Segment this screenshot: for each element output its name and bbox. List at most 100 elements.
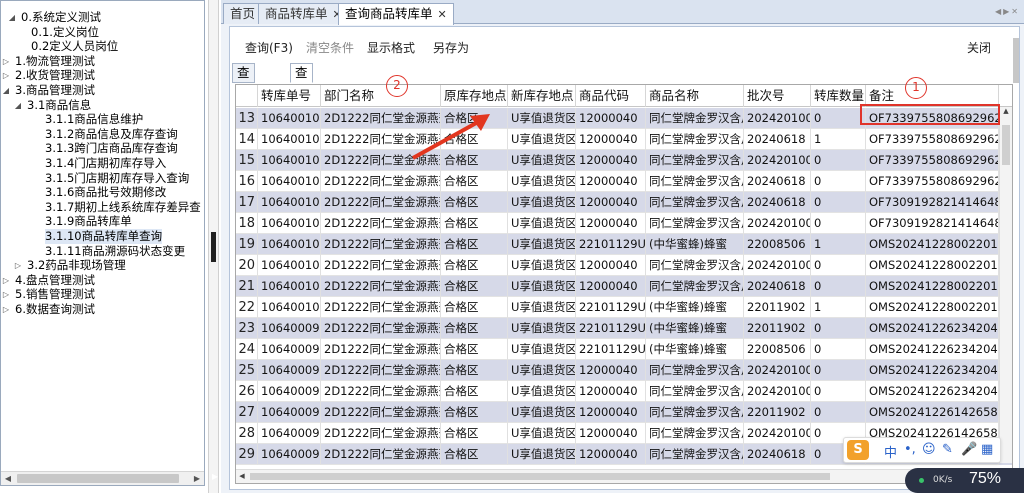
sogou-logo-icon[interactable]: S — [847, 440, 869, 460]
table-cell[interactable]: 106400100 — [258, 234, 321, 255]
table-cell[interactable]: 12000040 — [576, 276, 646, 297]
scroll-thumb[interactable] — [1013, 38, 1019, 83]
punctuation-icon[interactable]: •, — [904, 442, 916, 457]
table-cell[interactable]: 12000040 — [576, 150, 646, 171]
table-cell[interactable]: 106400100 — [258, 297, 321, 318]
table-cell[interactable]: 合格区 — [441, 129, 508, 150]
table-cell[interactable]: 12000040 — [576, 171, 646, 192]
table-cell[interactable]: 22101129U — [576, 234, 646, 255]
table-cell[interactable]: 2D1222同仁堂金源燕莎 — [321, 108, 441, 129]
column-header[interactable]: 部门名称 — [321, 85, 441, 107]
table-cell[interactable]: 合格区 — [441, 318, 508, 339]
table-cell[interactable]: 106400101 — [258, 213, 321, 234]
table-cell[interactable]: 2D1222同仁堂金源燕莎 — [321, 150, 441, 171]
table-cell[interactable]: U享值退货区 — [508, 129, 576, 150]
scroll-thumb[interactable] — [1002, 125, 1010, 165]
table-cell[interactable]: 22008506 — [744, 339, 811, 360]
table-cell[interactable]: 2D1222同仁堂金源燕莎 — [321, 318, 441, 339]
table-cell[interactable]: 12000040 — [576, 129, 646, 150]
table-cell[interactable]: 0 — [811, 360, 866, 381]
table-cell[interactable]: OF733975580869296250 — [866, 129, 999, 150]
table-cell[interactable]: 同仁堂牌金罗汉含片 — [646, 108, 744, 129]
table-row[interactable]: 15 106400104 2D1222同仁堂金源燕莎 合格区 U享值退货区 1200004… — [236, 150, 1012, 171]
table-cell[interactable]: 同仁堂牌金罗汉含片 — [646, 192, 744, 213]
table-cell[interactable]: U享值退货区 — [508, 171, 576, 192]
table-cell[interactable]: U享值退货区 — [508, 360, 576, 381]
column-header[interactable]: 商品代码 — [576, 85, 646, 107]
table-cell[interactable]: 12000040 — [576, 381, 646, 402]
collapse-icon[interactable]: ◢ — [7, 10, 17, 25]
table-cell[interactable]: 20240618 — [744, 192, 811, 213]
table-cell[interactable]: 106400095 — [258, 381, 321, 402]
table-cell[interactable]: 12000040 — [576, 255, 646, 276]
table-cell[interactable]: U享值退货区 — [508, 339, 576, 360]
table-cell[interactable]: 0 — [811, 171, 866, 192]
close-button[interactable]: 关闭 — [967, 39, 991, 56]
table-cell[interactable]: 2D1222同仁堂金源燕莎 — [321, 339, 441, 360]
table-cell[interactable]: 106400100 — [258, 276, 321, 297]
table-cell[interactable]: (中华蜜蜂)蜂蜜 — [646, 318, 744, 339]
table-row[interactable]: 26 106400095 2D1222同仁堂金源燕莎 合格区 U享值退货区 1200004… — [236, 381, 1012, 402]
expand-icon[interactable]: ▷ — [1, 68, 11, 83]
microphone-icon[interactable]: 🎤 — [961, 442, 977, 457]
table-cell[interactable]: 2024201005 — [744, 423, 811, 444]
tab-query-results[interactable]: 查询结果 — [290, 63, 313, 134]
table-cell[interactable]: 2D1222同仁堂金源燕莎 — [321, 213, 441, 234]
handwriting-icon[interactable]: ✎ — [942, 442, 953, 457]
scroll-left-icon[interactable]: ◀ — [1, 472, 15, 485]
table-cell[interactable]: 1 — [811, 297, 866, 318]
table-cell[interactable]: 106400095 — [258, 339, 321, 360]
table-cell[interactable]: U享值退货区 — [508, 150, 576, 171]
table-cell[interactable]: U享值退货区 — [508, 234, 576, 255]
table-cell[interactable]: 合格区 — [441, 192, 508, 213]
table-cell[interactable]: OMS20241228002201243 — [866, 255, 999, 276]
column-header[interactable]: 商品名称 — [646, 85, 744, 107]
table-cell[interactable]: 2D1222同仁堂金源燕莎 — [321, 171, 441, 192]
table-cell[interactable]: 22101129U — [576, 297, 646, 318]
ime-language-toggle[interactable]: 中 — [884, 442, 897, 461]
table-cell[interactable]: 同仁堂牌金罗汉含片 — [646, 255, 744, 276]
table-cell[interactable]: 12000040 — [576, 192, 646, 213]
table-cell[interactable]: 合格区 — [441, 108, 508, 129]
table-cell[interactable]: OMS20241228002201243 — [866, 297, 999, 318]
table-cell[interactable]: 同仁堂牌金罗汉含片 — [646, 129, 744, 150]
table-row[interactable]: 16 106400104 2D1222同仁堂金源燕莎 合格区 U享值退货区 1200004… — [236, 171, 1012, 192]
table-cell[interactable]: 2D1222同仁堂金源燕莎 — [321, 381, 441, 402]
table-cell[interactable]: 合格区 — [441, 360, 508, 381]
table-cell[interactable]: 12000040 — [576, 444, 646, 465]
table-cell[interactable]: 0 — [811, 339, 866, 360]
table-row[interactable]: 24 106400095 2D1222同仁堂金源燕莎 合格区 U享值退货区 2210112… — [236, 339, 1012, 360]
table-cell[interactable]: OMS20241226142658897 — [866, 402, 999, 423]
table-cell[interactable]: U享值退货区 — [508, 213, 576, 234]
display-format-button[interactable]: 显示格式 — [367, 39, 415, 56]
expand-icon[interactable]: ▷ — [1, 302, 11, 317]
table-row[interactable]: 20 106400100 2D1222同仁堂金源燕莎 合格区 U享值退货区 1200004… — [236, 255, 1012, 276]
table-cell[interactable]: U享值退货区 — [508, 381, 576, 402]
main-vertical-scrollbar[interactable] — [1010, 30, 1022, 470]
table-row[interactable]: 21 106400100 2D1222同仁堂金源燕莎 合格区 U享值退货区 1200004… — [236, 276, 1012, 297]
column-header[interactable]: 转库单号 — [258, 85, 321, 107]
tab-transfer-order[interactable]: 商品转库单✕ — [258, 3, 349, 24]
table-cell[interactable]: 22008506 — [744, 234, 811, 255]
table-cell[interactable]: 0 — [811, 402, 866, 423]
table-cell[interactable]: 106400104 — [258, 171, 321, 192]
table-cell[interactable]: OMS20241226234204817 — [866, 360, 999, 381]
table-cell[interactable]: OF733975580869296246 — [866, 171, 999, 192]
expand-icon[interactable]: ▷ — [13, 258, 23, 273]
table-cell[interactable]: U享值退货区 — [508, 276, 576, 297]
ime-toolbar[interactable]: S 中 •, ☺ ✎ 🎤 ▦ — [843, 437, 1001, 463]
table-row[interactable]: 27 106400094 2D1222同仁堂金源燕莎 合格区 U享值退货区 1200004… — [236, 402, 1012, 423]
table-cell[interactable]: 同仁堂牌金罗汉含片 — [646, 402, 744, 423]
table-cell[interactable]: OMS20241226234204817 — [866, 339, 999, 360]
table-cell[interactable]: U享值退货区 — [508, 444, 576, 465]
table-cell[interactable]: OMS20241226234204817 — [866, 381, 999, 402]
tab-query-conditions[interactable]: 查询条件 — [232, 63, 255, 134]
table-cell[interactable]: 合格区 — [441, 402, 508, 423]
table-cell[interactable]: 1 — [811, 129, 866, 150]
table-cell[interactable]: (中华蜜蜂)蜂蜜 — [646, 297, 744, 318]
table-cell[interactable]: 同仁堂牌金罗汉含片 — [646, 444, 744, 465]
table-cell[interactable]: 同仁堂牌金罗汉含片 — [646, 171, 744, 192]
table-cell[interactable]: 2D1222同仁堂金源燕莎 — [321, 129, 441, 150]
table-cell[interactable]: 合格区 — [441, 381, 508, 402]
table-cell[interactable]: OMS20241228002201243 — [866, 234, 999, 255]
